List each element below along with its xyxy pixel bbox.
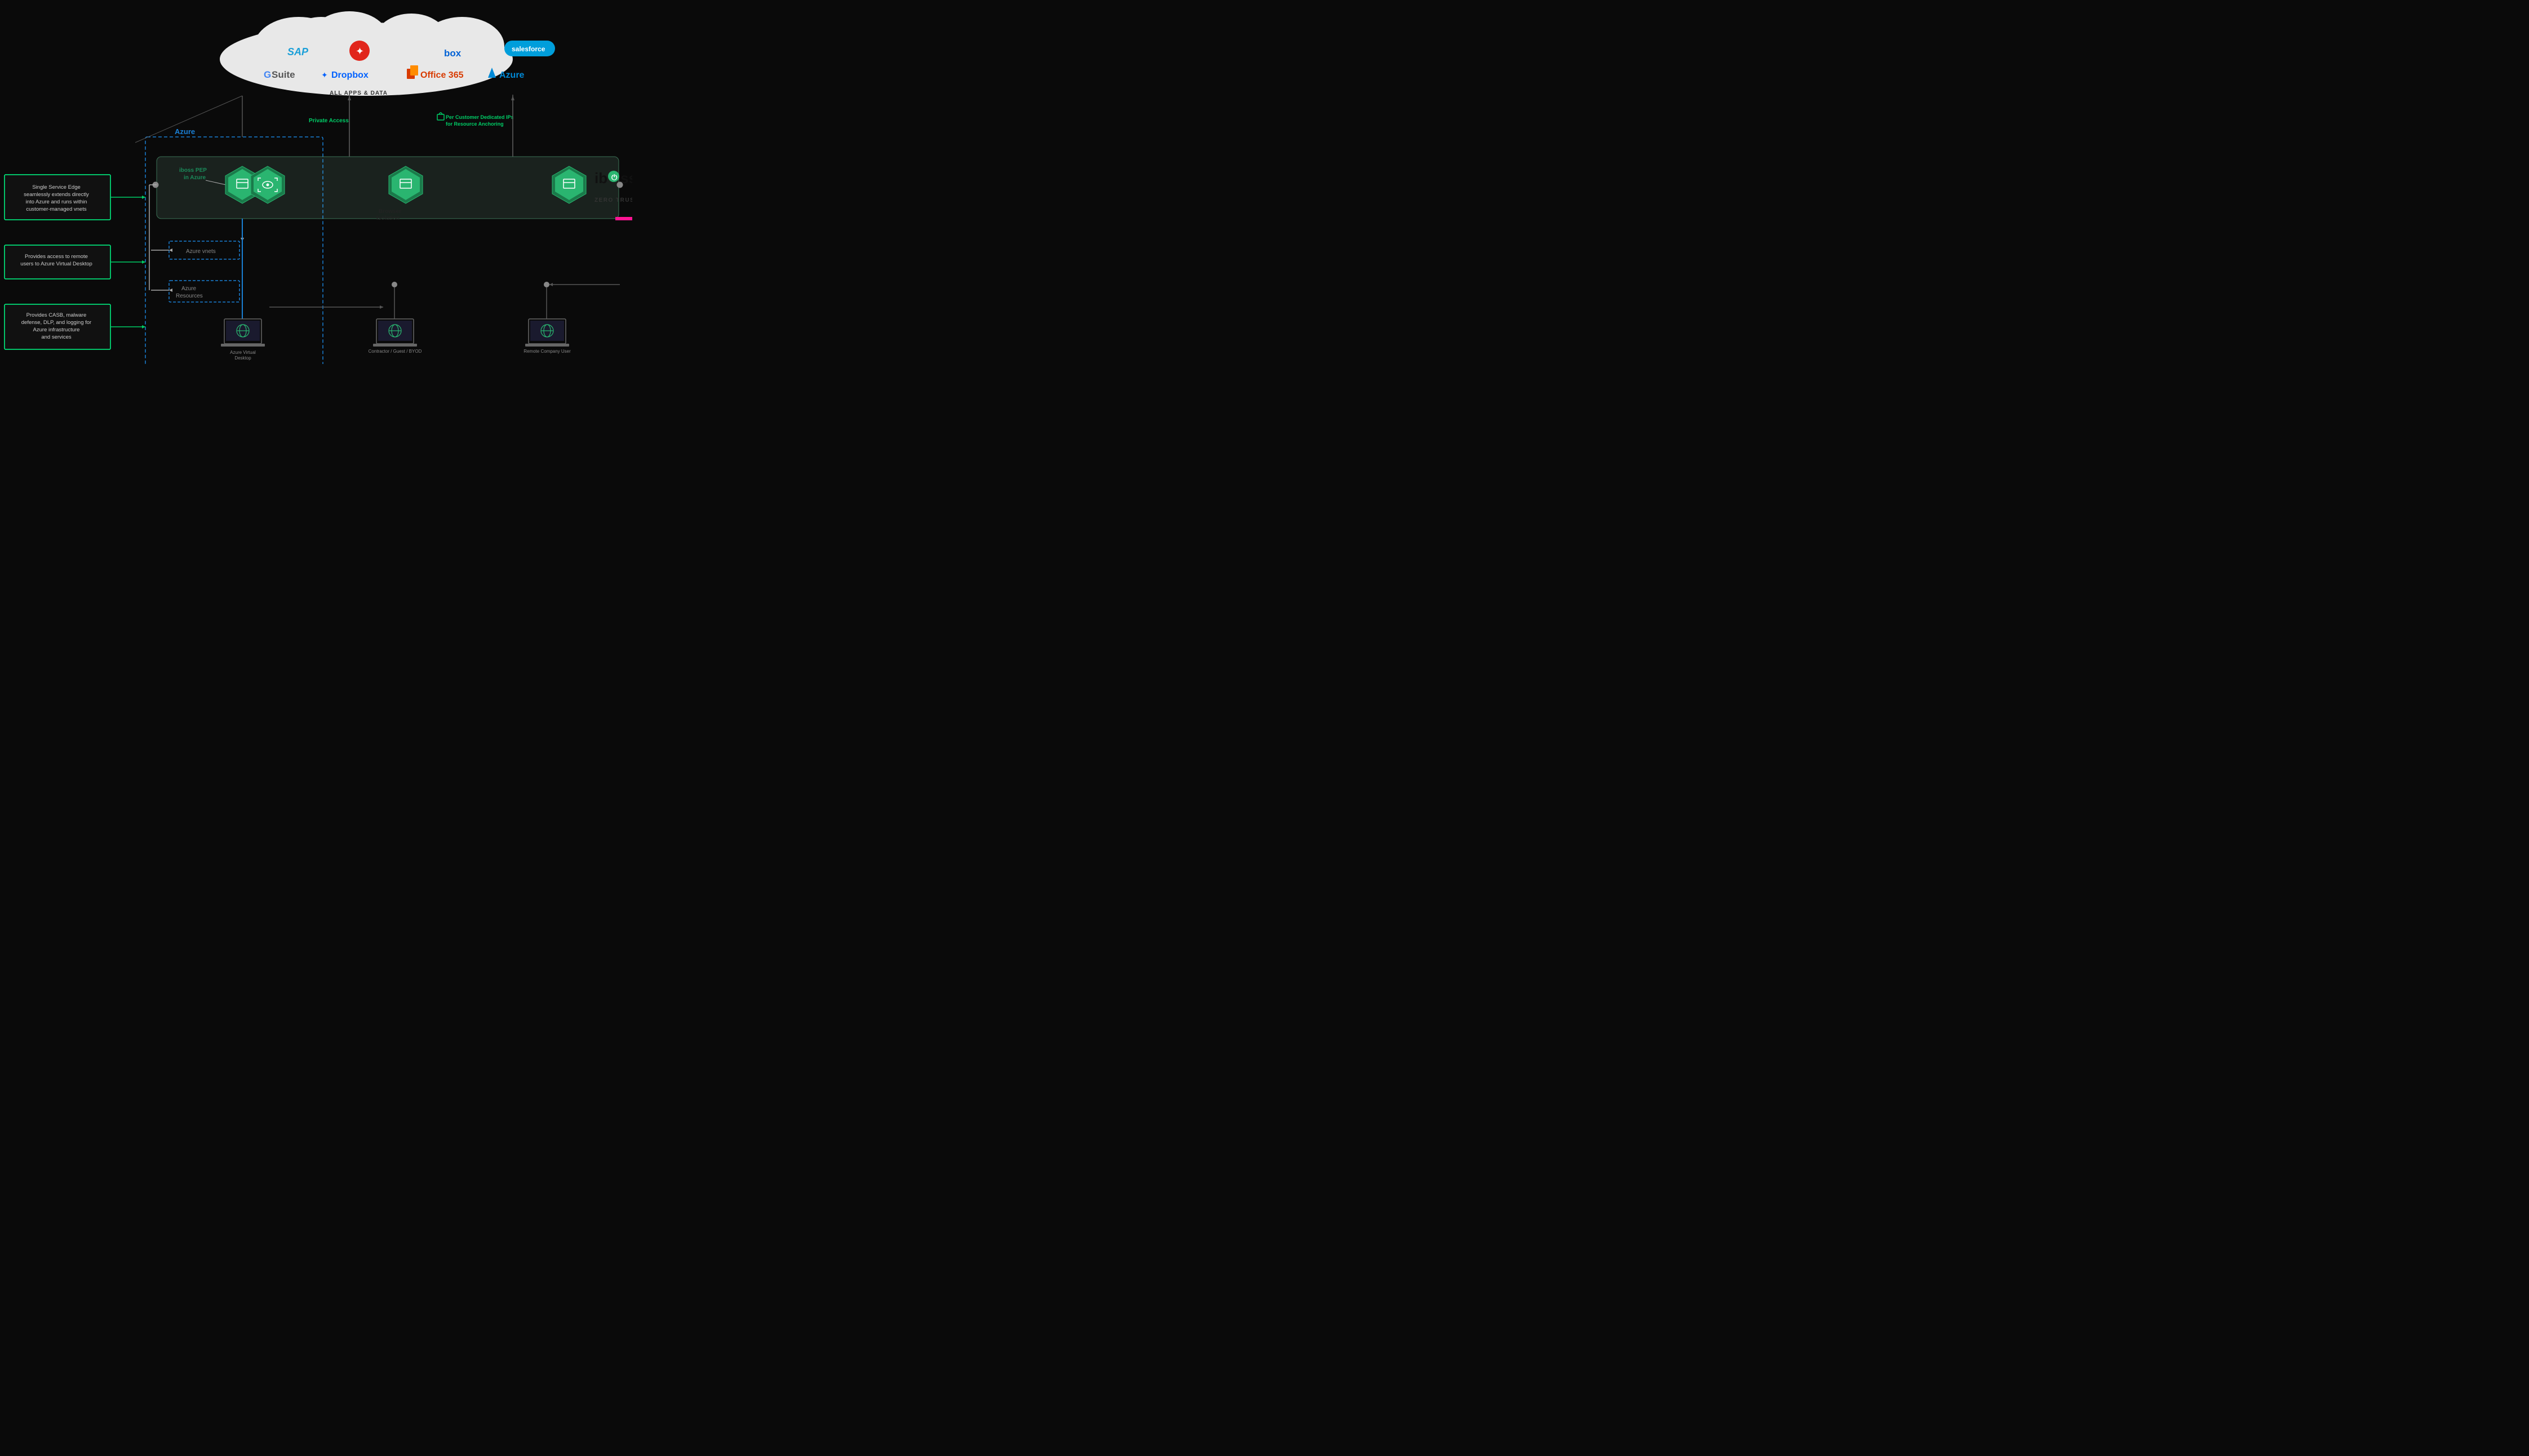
svg-text:users to Azure Virtual Desktop: users to Azure Virtual Desktop [20,261,92,267]
svg-text:Azure vnets: Azure vnets [186,248,216,255]
svg-text:defense, DLP, and logging for: defense, DLP, and logging for [21,319,91,326]
svg-text:Single Service Edge: Single Service Edge [32,184,81,190]
svg-text:Remote Company User: Remote Company User [523,349,571,354]
svg-text:⏻: ⏻ [611,173,618,181]
svg-text:Provides access to remote: Provides access to remote [25,254,88,260]
svg-text:SAP: SAP [287,46,309,57]
svg-text:Browser: Browser [379,208,401,215]
svg-text:✦: ✦ [356,46,364,57]
svg-text:in Azure: in Azure [184,175,206,181]
svg-text:Contractor / Guest / BYOD: Contractor / Guest / BYOD [369,349,422,354]
svg-text:ib: ib [594,170,607,187]
svg-text:salesforce: salesforce [512,45,545,53]
svg-text:✦: ✦ [321,70,328,79]
svg-text:Resources: Resources [176,293,203,299]
svg-text:Office 365: Office 365 [420,70,464,80]
svg-text:Azure: Azure [499,70,525,80]
svg-text:Suite: Suite [272,69,295,80]
svg-text:ss: ss [620,170,632,187]
svg-text:iboss PEP: iboss PEP [179,167,207,174]
svg-text:Desktop: Desktop [234,356,251,361]
svg-text:Azure: Azure [175,127,195,136]
svg-text:Dropbox: Dropbox [331,70,369,80]
svg-text:Isolation: Isolation [376,215,400,221]
svg-text:box: box [444,48,462,59]
svg-text:G: G [264,69,271,80]
svg-text:ZERO TRUST SSE: ZERO TRUST SSE [594,197,632,203]
svg-text:Azure: Azure [181,286,197,292]
svg-text:into Azure and runs within: into Azure and runs within [26,199,87,205]
svg-text:Private Access: Private Access [309,118,349,124]
svg-text:ALL APPS & DATA: ALL APPS & DATA [330,90,388,96]
svg-text:and services: and services [41,334,72,340]
svg-text:Per Customer Dedicated IPs: Per Customer Dedicated IPs [446,114,514,120]
svg-text:Provides CASB, malware: Provides CASB, malware [26,312,87,318]
svg-text:for Resource Anchoring: for Resource Anchoring [446,121,504,127]
svg-text:customer-managed vnets: customer-managed vnets [26,206,86,212]
svg-text:Azure infrastructure: Azure infrastructure [33,327,80,333]
svg-text:seamlessly extends directly: seamlessly extends directly [24,192,89,198]
svg-text:Azure Virtual: Azure Virtual [230,350,256,355]
